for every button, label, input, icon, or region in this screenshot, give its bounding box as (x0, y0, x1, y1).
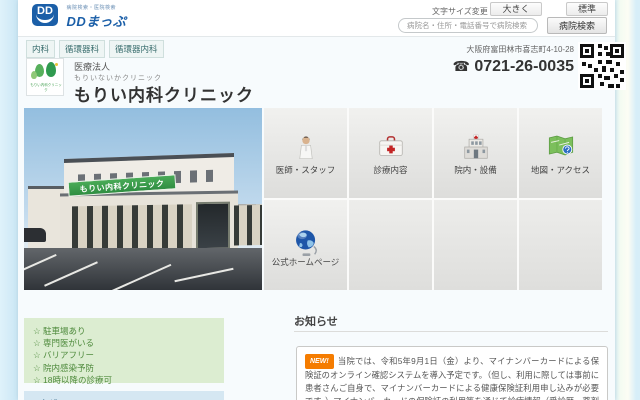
clinic-phone: ☎ 0721-26-0035 (452, 58, 574, 75)
news-item: NEW! 当院では、令和5年9月1日（金）より、マイナンバーカードによる保険証のオ… (296, 346, 608, 400)
menu-empty-cell (519, 200, 602, 290)
main-container: DD 病院検索・医院検索 DDまっぷ 文字サイズ変更 大きく 標準 病院検索 内… (18, 0, 626, 400)
menu-item-facilities[interactable]: 院内・設備 (434, 108, 517, 198)
feature-item: ☆ 専門医がいる (33, 338, 95, 349)
parked-car (24, 228, 46, 242)
site-logo[interactable]: DD 病院検索・医院検索 DDまっぷ (32, 4, 126, 31)
tab-junkankika[interactable]: 循環器科 (59, 40, 106, 58)
font-size-normal-button[interactable]: 標準 (566, 2, 608, 16)
feature-item: ☆ バリアフリー (33, 350, 95, 361)
doctor-icon (296, 134, 316, 165)
menu-empty-cell (349, 200, 432, 290)
phone-icon: ☎ (452, 58, 470, 74)
building-lower-floor (60, 190, 262, 252)
dd-logo-icon: DD (32, 4, 58, 26)
font-size-label: 文字サイズ変更 (432, 7, 488, 16)
clinic-name: もりい内科クリニック (74, 86, 254, 105)
menu-empty-cell (434, 200, 517, 290)
clinic-building-photo: もりい内科クリニック (24, 108, 262, 290)
logo-name: DDまっぷ (66, 14, 127, 29)
sun-dot-icon (55, 63, 58, 66)
new-badge: NEW! (305, 354, 334, 369)
building-entrance (196, 201, 230, 251)
logo-tagline: 病院検索・医院検索 (66, 5, 116, 11)
feature-item: ☆ 18時以降の診療可 (33, 374, 112, 385)
treatment-list: ○ かぜ ○ 予防接種 (24, 391, 224, 400)
site-header: DD 病院検索・医院検索 DDまっぷ 文字サイズ変更 大きく 標準 病院検索 (18, 0, 615, 37)
clinic-address: 大阪府富田林市喜志町4-10-28 (466, 45, 574, 54)
menu-item-staff[interactable]: 医師・スタッフ (264, 108, 347, 198)
tab-junkanki-naika[interactable]: 循環器内科 (109, 40, 164, 58)
first-aid-kit-icon (378, 134, 404, 163)
clinic-menu: 医師・スタッフ 診療内容 院内・設備 地図・アクセス 公式ホームページ (264, 108, 602, 290)
hospital-icon (463, 134, 489, 165)
news-body: NEW! 当院では、令和5年9月1日（金）より、マイナンバーカードによる保険証のオ… (305, 354, 599, 400)
department-tabs: 内科 循環器科 循環器内科 (26, 40, 164, 58)
clinic-logo-caption: もりい内科クリニック (30, 83, 62, 92)
hospital-search-button[interactable]: 病院検索 (547, 17, 607, 34)
clinic-logo: もりい内科クリニック (26, 58, 64, 96)
hospital-search-input[interactable] (398, 18, 538, 33)
map-icon (547, 134, 574, 162)
feature-list: ☆ 駐車場あり ☆ 専門医がいる ☆ バリアフリー ☆ 院内感染予防 ☆ 18時… (24, 318, 224, 385)
menu-item-access[interactable]: 地図・アクセス (519, 108, 602, 198)
corporation-label: 医療法人 (74, 62, 111, 72)
feature-item: ☆ 駐車場あり (33, 326, 86, 336)
font-size-large-button[interactable]: 大きく (490, 2, 542, 16)
page: DD 病院検索・医院検索 DDまっぷ 文字サイズ変更 大きく 標準 病院検索 内… (0, 0, 640, 400)
qr-code (578, 42, 626, 90)
news-heading: お知らせ (294, 316, 338, 328)
tab-naika[interactable]: 内科 (26, 40, 56, 58)
news-divider (294, 331, 608, 332)
menu-item-official-site[interactable]: 公式ホームページ (264, 200, 347, 290)
menu-item-services[interactable]: 診療内容 (349, 108, 432, 198)
feature-item: ☆ 院内感染予防 (33, 362, 95, 373)
tree-icon (31, 71, 37, 79)
